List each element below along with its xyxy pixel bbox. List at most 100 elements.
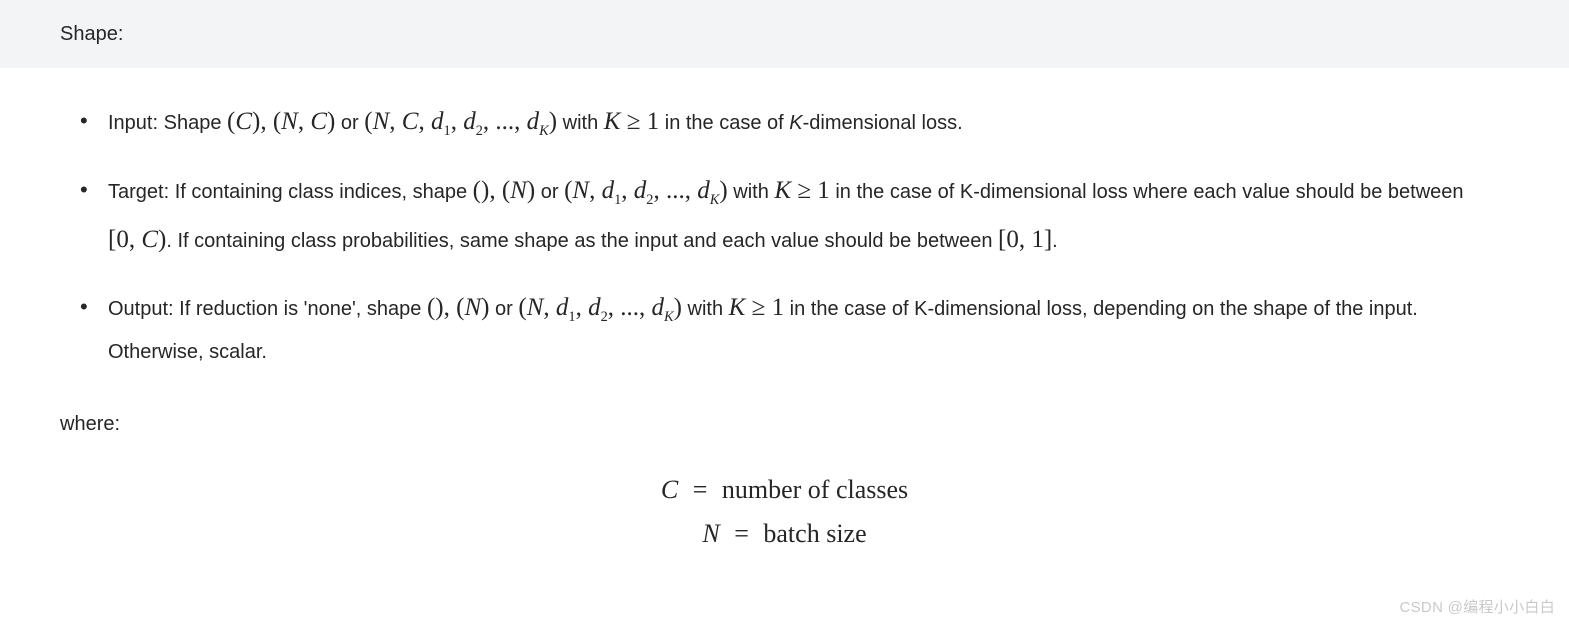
list-item-target: Target: If containing class indices, sha… <box>108 167 1509 265</box>
text: in the case of K-dimensional loss where … <box>830 181 1464 203</box>
eq-text-classes: number of classes <box>722 475 908 504</box>
math-K: K <box>774 177 791 204</box>
sep: , ..., <box>608 294 652 321</box>
math-d: d <box>556 294 569 321</box>
shape-header-title: Shape: <box>60 18 1509 50</box>
sep: , <box>298 108 311 135</box>
math-K: K <box>729 294 746 321</box>
text: or <box>489 298 518 320</box>
math-paren: ( <box>273 108 281 135</box>
math-d: d <box>588 294 601 321</box>
sep: , <box>543 294 556 321</box>
math-d: d <box>634 177 647 204</box>
one: 1 <box>1031 226 1044 253</box>
list-item-input: Input: Shape (C), (N, C) or (N, C, d1, d… <box>108 98 1509 147</box>
sep: , <box>576 294 589 321</box>
equation-line-N: N = batch size <box>60 512 1509 556</box>
sep: , ..., <box>654 177 698 204</box>
equation-line-C: C = number of classes <box>60 468 1509 512</box>
math-empty: () <box>473 177 490 204</box>
k-italic: K <box>789 112 802 134</box>
eq-var-N: N <box>702 519 719 548</box>
text: If containing class indices, shape <box>169 181 473 203</box>
math-N: N <box>281 108 298 135</box>
text: or <box>535 181 564 203</box>
content-area: Input: Shape (C), (N, C) or (N, C, d1, d… <box>0 68 1569 586</box>
target-label: Target: <box>108 181 169 203</box>
watermark: CSDN @编程小小白白 <box>1400 596 1556 620</box>
shape-header-bar: Shape: <box>0 0 1569 68</box>
input-label: Input: <box>108 112 158 134</box>
bracket: ] <box>1044 226 1052 253</box>
math-N: N <box>373 108 390 135</box>
text: or <box>335 112 364 134</box>
math-paren: ) <box>527 177 535 204</box>
sep: , <box>444 294 457 321</box>
one: 1 <box>772 294 785 321</box>
list-item-output: Output: If reduction is 'none', shape ()… <box>108 284 1509 372</box>
sub-K: K <box>710 192 720 208</box>
math-d: d <box>463 108 476 135</box>
eq-equals: = <box>685 475 716 504</box>
sep: , <box>260 108 273 135</box>
sep: , <box>389 108 402 135</box>
sep: , ..., <box>483 108 527 135</box>
geq: ≥ <box>620 108 646 135</box>
equation-block: C = number of classes N = batch size <box>60 468 1509 556</box>
output-label: Output: <box>108 298 174 320</box>
math-paren: ) <box>719 177 727 204</box>
math-C: C <box>141 226 158 253</box>
sep: , <box>451 108 464 135</box>
math-paren: ( <box>518 294 526 321</box>
math-K: K <box>604 108 621 135</box>
sep: , <box>621 177 634 204</box>
sep: , <box>589 177 602 204</box>
math-paren: ( <box>364 108 372 135</box>
math-d: d <box>697 177 710 204</box>
one: 1 <box>647 108 660 135</box>
sub-2: 2 <box>646 192 653 208</box>
math-d: d <box>431 108 444 135</box>
sub-1: 1 <box>614 192 621 208</box>
text: with <box>682 298 729 320</box>
math-N: N <box>527 294 544 321</box>
sub-1: 1 <box>443 123 450 139</box>
eq-text-batch: batch size <box>763 519 866 548</box>
math-C: C <box>235 108 252 135</box>
sep: , <box>129 226 142 253</box>
math-d: d <box>602 177 615 204</box>
math-d: d <box>652 294 665 321</box>
math-d: d <box>527 108 540 135</box>
text: in the case of <box>659 112 789 134</box>
sep: , <box>418 108 431 135</box>
math-paren: ) <box>674 294 682 321</box>
shape-list: Input: Shape (C), (N, C) or (N, C, d1, d… <box>60 98 1509 372</box>
sub-1: 1 <box>568 309 575 325</box>
sub-K: K <box>664 309 674 325</box>
math-paren: ) <box>549 108 557 135</box>
zero: 0 <box>1006 226 1019 253</box>
eq-var-C: C <box>661 475 678 504</box>
sep: , <box>1019 226 1032 253</box>
text: -dimensional loss. <box>803 112 963 134</box>
text: with <box>728 181 775 203</box>
math-N: N <box>510 177 527 204</box>
sub-2: 2 <box>476 123 483 139</box>
math-N: N <box>464 294 481 321</box>
sub-K: K <box>539 123 549 139</box>
text: Shape <box>158 112 227 134</box>
zero: 0 <box>116 226 129 253</box>
sep: , <box>489 177 502 204</box>
sub-2: 2 <box>601 309 608 325</box>
text: . If containing class probabilities, sam… <box>166 230 998 252</box>
one: 1 <box>817 177 830 204</box>
text: with <box>557 112 604 134</box>
text: If reduction is 'none', shape <box>174 298 427 320</box>
math-empty: () <box>427 294 444 321</box>
where-label: where: <box>60 408 1509 440</box>
text: . <box>1052 230 1058 252</box>
eq-equals: = <box>726 519 757 548</box>
math-N: N <box>572 177 589 204</box>
geq: ≥ <box>745 294 771 321</box>
math-paren: ( <box>502 177 510 204</box>
